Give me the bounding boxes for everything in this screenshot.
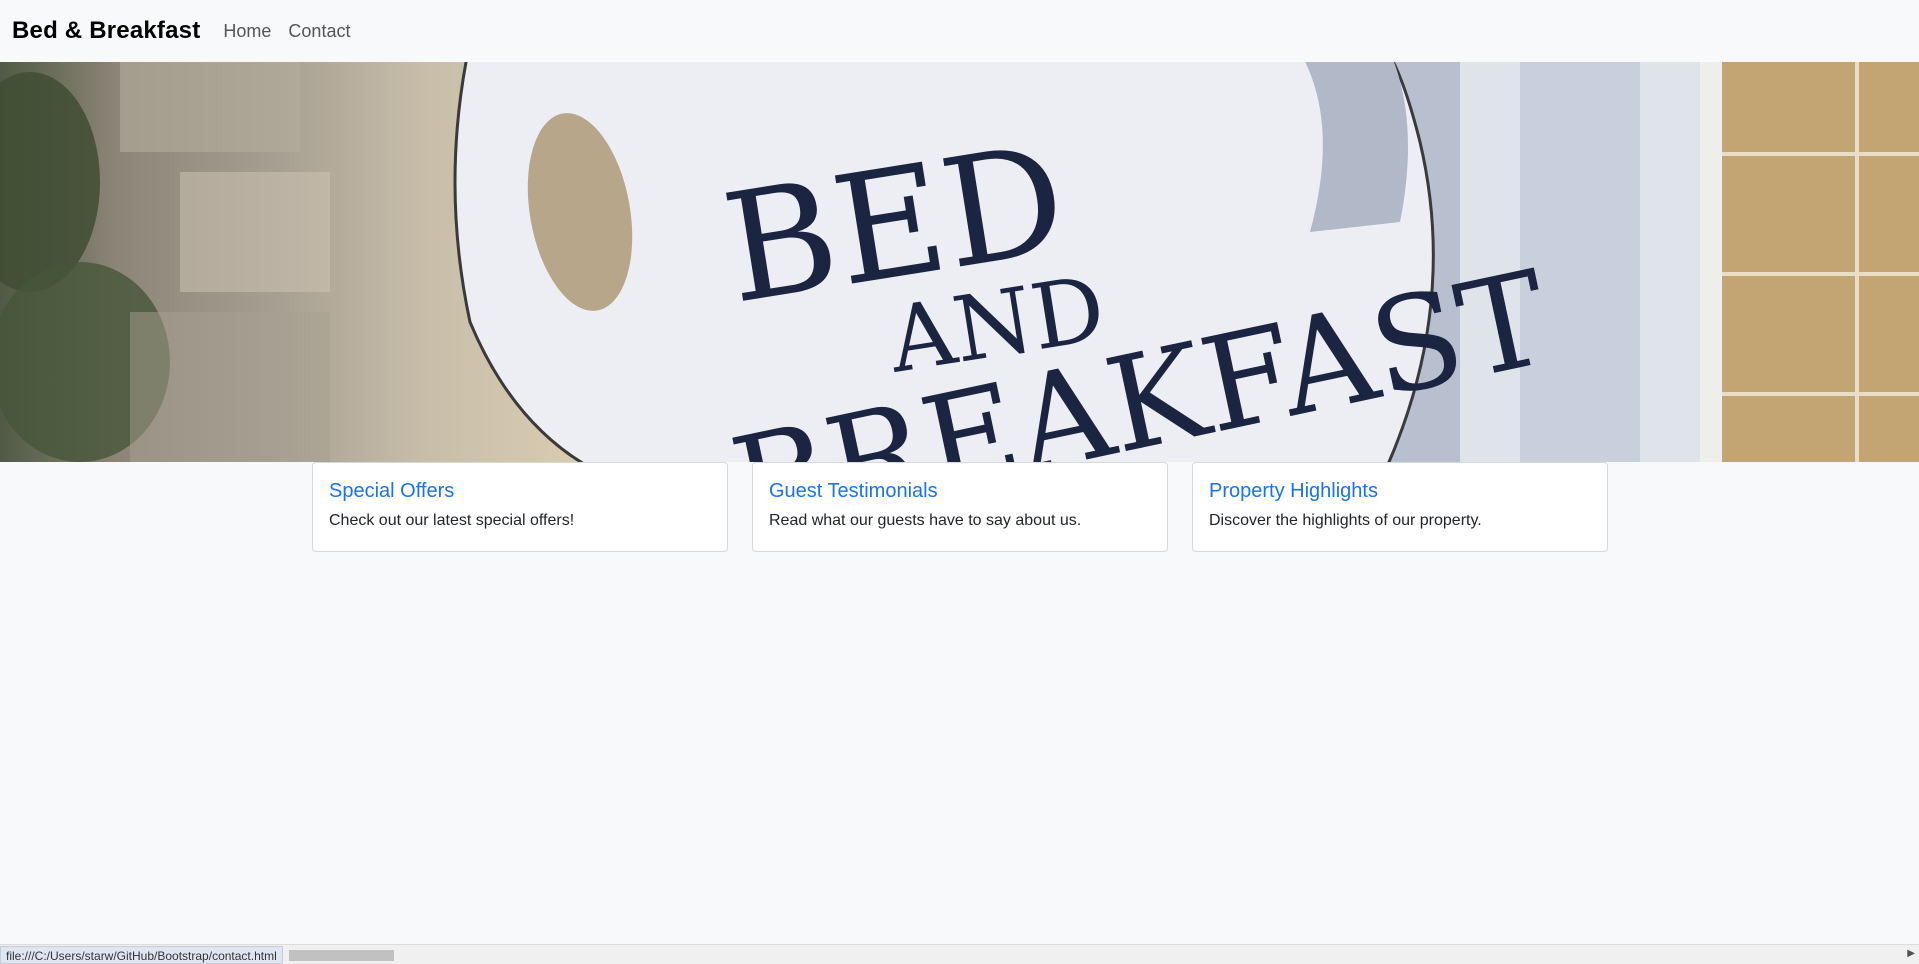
navbar: Bed & Breakfast Home Contact [0,0,1919,62]
card-text: Check out our latest special offers! [329,512,575,529]
card-title-link[interactable]: Property Highlights [1209,480,1591,503]
card-title-link[interactable]: Guest Testimonials [769,480,1151,503]
feature-cards: Special Offers Check out our latest spec… [312,462,1608,552]
card-text: Discover the highlights of our property. [1209,512,1482,529]
card-guest-testimonials: Guest Testimonials Read what our guests … [752,462,1168,552]
browser-status-bar: file:///C:/Users/starw/GitHub/Bootstrap/… [0,944,1919,964]
bed-and-breakfast-sign-photo: BED AND BREAKFAST [0,62,1919,462]
scroll-right-arrow-icon[interactable]: ▶ [1907,948,1915,959]
card-title-link[interactable]: Special Offers [329,480,711,503]
nav-link-home[interactable]: Home [223,21,271,42]
hero-image: BED AND BREAKFAST [0,62,1919,462]
brand-link[interactable]: Bed & Breakfast [12,17,200,45]
horizontal-scrollbar-thumb[interactable] [289,950,394,961]
status-url: file:///C:/Users/starw/GitHub/Bootstrap/… [0,946,283,964]
card-text: Read what our guests have to say about u… [769,512,1082,529]
card-special-offers: Special Offers Check out our latest spec… [312,462,728,552]
card-property-highlights: Property Highlights Discover the highlig… [1192,462,1608,552]
nav-link-contact[interactable]: Contact [288,21,350,42]
